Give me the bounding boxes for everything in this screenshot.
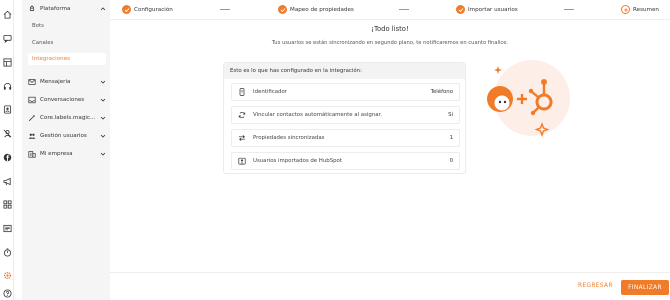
chat-icon[interactable] xyxy=(2,33,12,43)
notes-icon[interactable] xyxy=(2,223,12,233)
step-label: Resumen xyxy=(633,6,659,13)
check-icon xyxy=(456,5,465,14)
megaphone-icon[interactable] xyxy=(2,176,12,186)
summary-row-auto-link: Vincular contactos automáticamente al as… xyxy=(231,106,460,124)
sidebar-item-label: Plataforma xyxy=(40,6,71,12)
chevron-up-icon xyxy=(100,6,106,12)
chevron-down-icon xyxy=(100,151,106,157)
timer-icon[interactable] xyxy=(2,247,12,257)
users-icon xyxy=(28,132,36,140)
sidebar: Plataforma Bots Canales Integraciones Me… xyxy=(22,0,110,300)
sidebar-item-user-management[interactable]: Gestión usuarios xyxy=(28,130,106,142)
sidebar-item-label: Core.labels.magic_ato xyxy=(40,115,96,121)
step-configuration[interactable]: Configuración xyxy=(122,5,173,14)
headset-icon[interactable] xyxy=(2,81,12,91)
help-icon[interactable] xyxy=(2,288,12,298)
sidebar-item-conversations[interactable]: Conversaciones xyxy=(28,94,106,106)
inbox-icon xyxy=(28,96,36,104)
page-title: ¡Todo listo! xyxy=(371,25,409,33)
phone-id-icon xyxy=(238,88,246,96)
swap-icon xyxy=(238,134,246,142)
main-content: Configuración Mapeo de propiedades Impor… xyxy=(110,0,670,300)
sidebar-item-channels[interactable]: Canales xyxy=(32,37,106,49)
sidebar-item-label: Mensajería xyxy=(40,79,71,85)
apps-icon[interactable] xyxy=(2,199,12,209)
facebook-icon[interactable] xyxy=(2,152,12,162)
step-label: Configuración xyxy=(134,6,173,13)
icon-rail xyxy=(0,0,14,300)
sidebar-item-platform[interactable]: Plataforma xyxy=(28,3,106,15)
settings-icon[interactable] xyxy=(2,270,12,280)
sidebar-item-messaging[interactable]: Mensajería xyxy=(28,76,106,88)
dashboard-icon[interactable] xyxy=(2,57,12,67)
sidebar-item-label: Mi empresa xyxy=(40,151,73,157)
back-button[interactable]: REGRESAR xyxy=(578,283,613,289)
sidebar-item-label: Canales xyxy=(32,40,54,46)
row-label: Usuarios importados de HubSpot xyxy=(253,158,342,164)
row-label: Propiedades sincronizadas xyxy=(253,135,325,141)
step-separator xyxy=(220,9,230,10)
step-summary[interactable]: Resumen xyxy=(621,5,659,14)
step-label: Mapeo de propiedades xyxy=(290,6,354,13)
sidebar-item-my-company[interactable]: Mi empresa xyxy=(28,148,106,160)
chevron-down-icon xyxy=(100,79,106,85)
footer-bar: REGRESAR FINALIZAR xyxy=(110,272,670,300)
sidebar-item-label: Conversaciones xyxy=(40,97,85,103)
sidebar-item-label: Gestión usuarios xyxy=(40,133,87,139)
row-value: 0 xyxy=(449,158,453,164)
summary-card: Esto es lo que has configurado en la int… xyxy=(223,62,466,174)
summary-row-identifier: Identificador Teléfono xyxy=(231,83,460,101)
integration-illustration xyxy=(482,56,572,141)
magic-wand-icon xyxy=(28,114,36,122)
chevron-down-icon xyxy=(100,133,106,139)
sidebar-item-label: Bots xyxy=(32,23,44,29)
user-card-icon xyxy=(238,157,246,165)
sidebar-item-label: Integraciones xyxy=(32,56,71,62)
no-people-icon[interactable] xyxy=(2,128,12,138)
summary-row-synced-properties: Propiedades sincronizadas 1 xyxy=(231,129,460,147)
sidebar-item-core-labels[interactable]: Core.labels.magic_ato xyxy=(28,112,106,124)
check-icon xyxy=(122,5,131,14)
plus-icon xyxy=(621,5,630,14)
chevron-down-icon xyxy=(100,115,106,121)
stepper: Configuración Mapeo de propiedades Impor… xyxy=(110,0,670,20)
envelope-icon xyxy=(28,78,36,86)
step-property-mapping[interactable]: Mapeo de propiedades xyxy=(278,5,354,14)
sidebar-item-bots[interactable]: Bots xyxy=(32,20,106,32)
row-label: Vincular contactos automáticamente al as… xyxy=(253,112,382,118)
row-value: Sí xyxy=(448,112,453,118)
sync-icon xyxy=(238,111,246,119)
step-import-users[interactable]: Importar usuarios xyxy=(456,5,518,14)
home-icon[interactable] xyxy=(2,9,12,19)
summary-row-imported-users: Usuarios importados de HubSpot 0 xyxy=(231,152,460,170)
page-subtitle: Tus usuarios se están sincronizando en s… xyxy=(271,40,509,46)
step-separator xyxy=(399,9,409,10)
row-value: Teléfono xyxy=(430,89,453,95)
finish-button[interactable]: FINALIZAR xyxy=(621,280,669,295)
building-icon xyxy=(28,150,36,158)
row-value: 1 xyxy=(449,135,453,141)
sidebar-item-integrations[interactable]: Integraciones xyxy=(28,53,106,65)
row-label: Identificador xyxy=(253,89,287,95)
step-separator xyxy=(564,9,574,10)
chevron-down-icon xyxy=(100,97,106,103)
check-icon xyxy=(278,5,287,14)
step-label: Importar usuarios xyxy=(468,6,518,13)
card-header: Esto es lo que has configurado en la int… xyxy=(224,63,465,79)
rocket-icon xyxy=(28,5,36,13)
contacts-icon[interactable] xyxy=(2,104,12,114)
